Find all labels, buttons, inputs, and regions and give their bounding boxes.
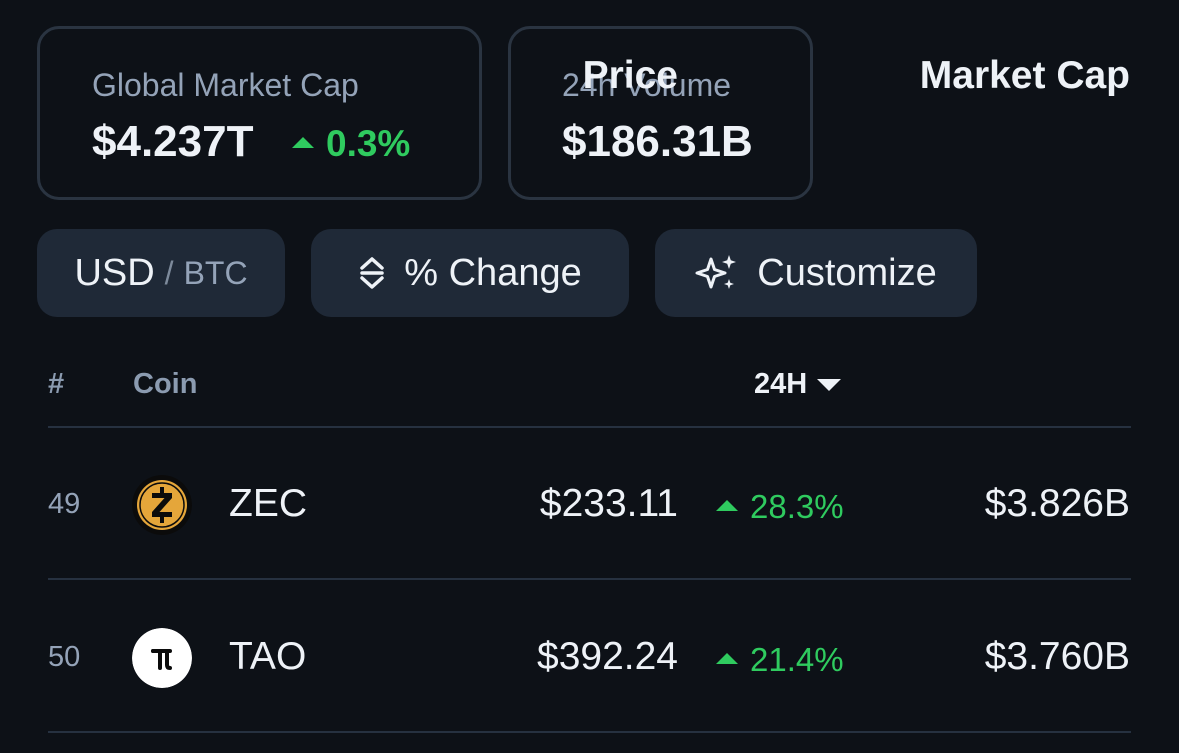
coin-symbol: TAO xyxy=(229,635,307,678)
coin-market-cap: $3.760B xyxy=(984,635,1130,678)
coin-change-value: 21.4% xyxy=(750,641,844,678)
rank-column-header: # xyxy=(48,368,65,400)
coin-market-cap: $3.826B xyxy=(984,482,1130,525)
tao-logo-icon xyxy=(132,628,192,688)
coin-change: 28.3% xyxy=(716,482,844,532)
table-row[interactable]: 49 ZEC $233.11 28.3% $3.826B xyxy=(0,428,1179,580)
customize-button[interactable]: Customize xyxy=(655,229,977,317)
currency-separator: / xyxy=(164,254,174,291)
change-toggle-label: % Change xyxy=(404,251,582,294)
row-divider xyxy=(48,731,1131,733)
change-column-header-label: 24H xyxy=(754,368,808,400)
change-column-header[interactable]: 24H xyxy=(754,368,842,401)
caret-up-icon xyxy=(292,136,314,148)
row-rank: 49 xyxy=(48,488,81,520)
currency-primary-label: USD xyxy=(74,251,155,294)
coin-change-value: 28.3% xyxy=(750,488,844,525)
market-cap-column-header[interactable]: Market Cap xyxy=(920,0,1130,152)
sparkles-icon xyxy=(695,255,737,289)
price-column-header[interactable]: Price xyxy=(583,0,678,152)
sort-arrows-icon xyxy=(360,257,385,289)
change-toggle-button[interactable]: % Change xyxy=(311,229,629,317)
market-cap-change-value: 0.3% xyxy=(326,123,411,164)
caret-up-icon xyxy=(716,652,738,664)
row-divider xyxy=(48,578,1131,580)
market-cap-card: Global Market Cap $4.237T 0.3% xyxy=(37,26,482,200)
zec-logo-icon xyxy=(132,475,192,535)
customize-label: Customize xyxy=(757,251,937,294)
market-cap-value: $4.237T xyxy=(92,117,254,166)
coin-change: 21.4% xyxy=(716,635,844,685)
coin-price: $392.24 xyxy=(537,635,678,678)
market-cap-label: Global Market Cap xyxy=(92,67,359,103)
currency-toggle-button[interactable]: USD / BTC xyxy=(37,229,285,317)
row-rank: 50 xyxy=(48,641,81,673)
market-cap-change: 0.3% xyxy=(292,123,410,165)
coin-column-header[interactable]: Coin xyxy=(133,368,197,401)
sort-desc-icon xyxy=(817,378,842,391)
caret-up-icon xyxy=(716,499,738,511)
coin-symbol: ZEC xyxy=(229,482,307,525)
currency-secondary-label: BTC xyxy=(183,254,248,291)
coin-price: $233.11 xyxy=(539,482,678,525)
table-row[interactable]: 50 TAO $392.24 21.4% $3.760B xyxy=(0,581,1179,733)
